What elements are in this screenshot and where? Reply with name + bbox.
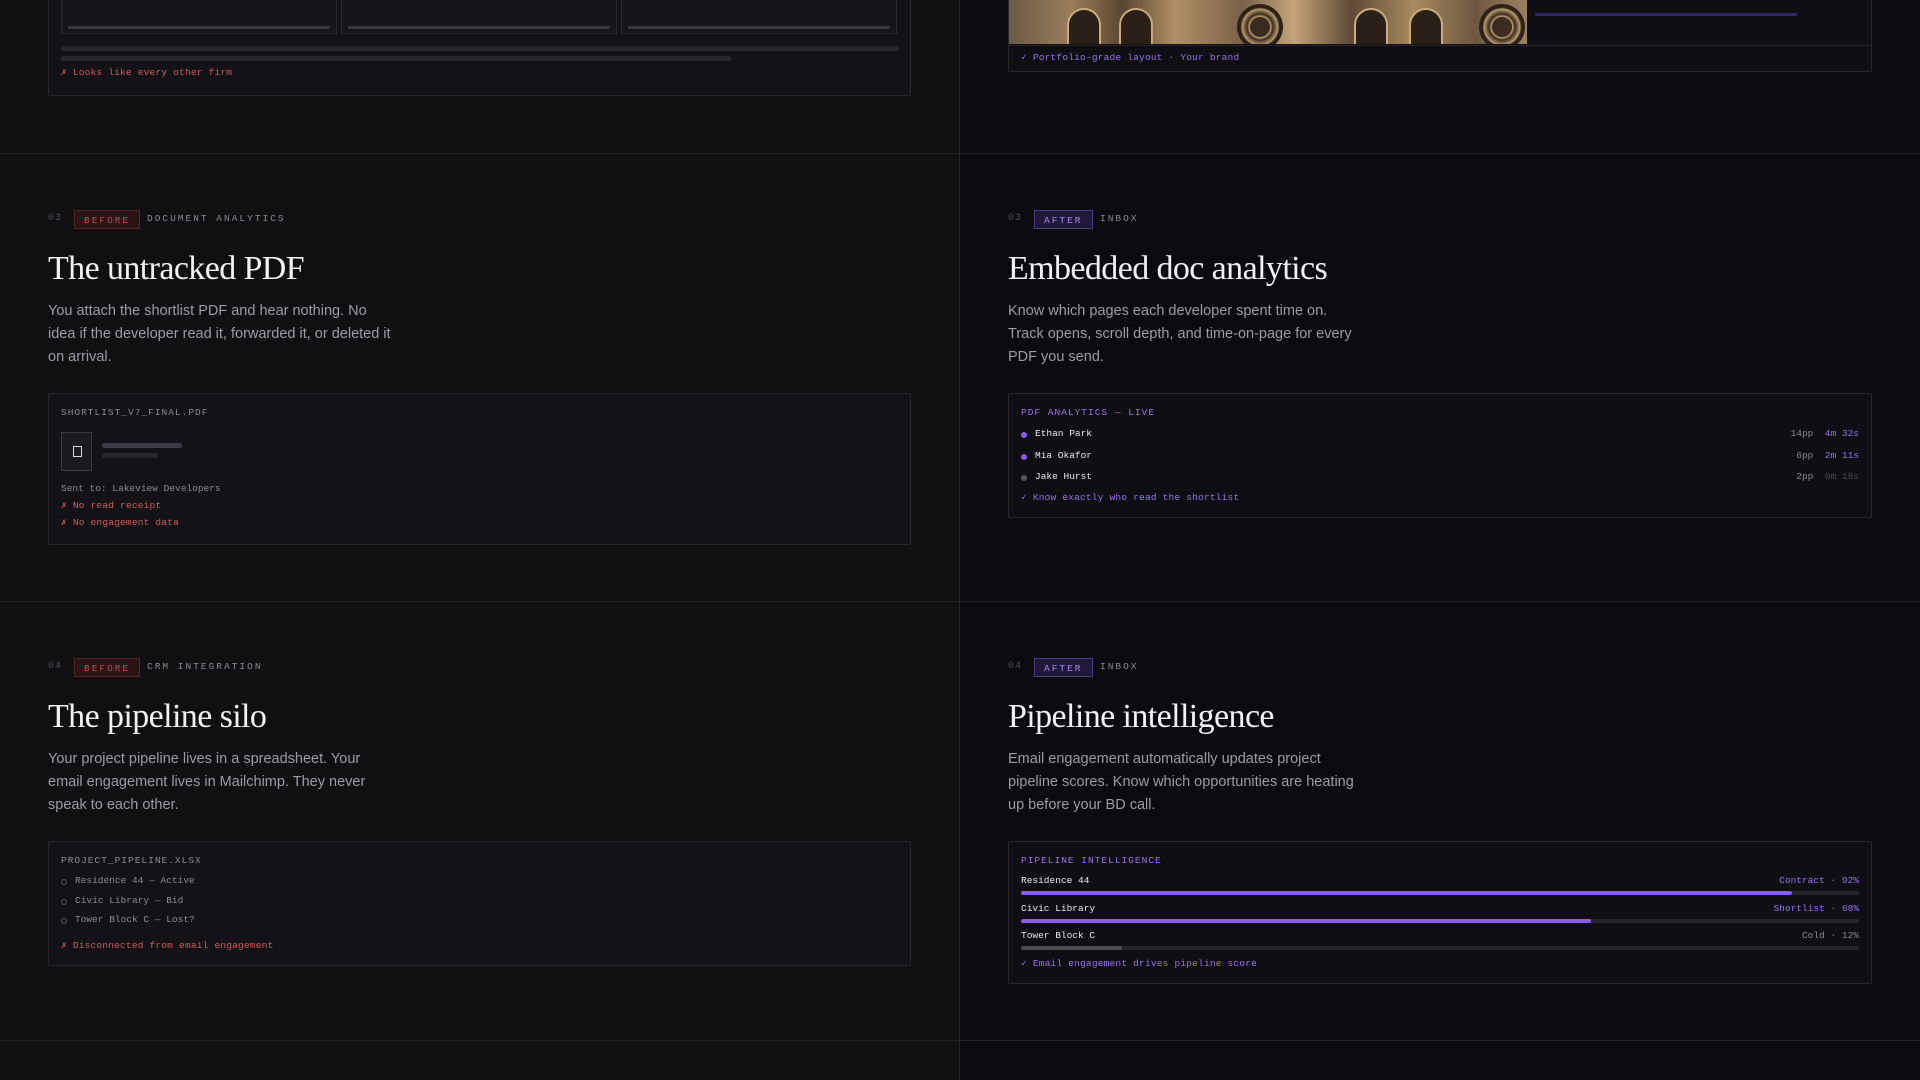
text-placeholder bbox=[61, 56, 731, 61]
section-description: Email engagement automatically updates p… bbox=[1008, 751, 1354, 813]
pdf-file-icon bbox=[61, 432, 92, 471]
section-description: You attach the shortlist PDF and hear no… bbox=[48, 303, 391, 365]
pipeline-row: Residence 44 — Active bbox=[75, 875, 195, 886]
row-bullet bbox=[61, 879, 67, 885]
after-badge: AFTER bbox=[1034, 658, 1093, 677]
building-facade-image bbox=[1009, 0, 1527, 44]
file-name: PROJECT_PIPELINE.XLSX bbox=[61, 855, 202, 866]
after-badge: AFTER bbox=[1034, 210, 1093, 229]
pipeline-row: Tower Block C — Lost? bbox=[75, 914, 195, 925]
row-bullet bbox=[61, 918, 67, 924]
row-divider bbox=[0, 153, 1920, 154]
row-bullet bbox=[61, 899, 67, 905]
section-number: 03 bbox=[48, 213, 63, 224]
before-badge: BEFORE bbox=[74, 210, 141, 229]
reader-stats: 6pp 2m 11s bbox=[1796, 450, 1859, 461]
column-divider bbox=[959, 0, 960, 1080]
pipeline-score-bar bbox=[1021, 946, 1859, 950]
section-title: The pipeline silo bbox=[48, 698, 267, 735]
pdf-analytics-card: PDF ANALYTICS — LIVE Ethan Park 14pp 4m … bbox=[1008, 393, 1872, 518]
error-no-read-receipt: ✗ No read receipt bbox=[61, 500, 162, 511]
pipeline-spreadsheet-card: PROJECT_PIPELINE.XLSX Residence 44 — Act… bbox=[48, 841, 911, 966]
section-label: CRM INTEGRATION bbox=[147, 661, 263, 672]
pipeline-score-bar bbox=[1021, 919, 1859, 923]
section-number: 03 bbox=[1008, 213, 1023, 224]
reader-name: Jake Hurst bbox=[1035, 471, 1093, 482]
row-divider bbox=[0, 1040, 1920, 1041]
section-label: INBOX bbox=[1100, 661, 1139, 672]
text-placeholder bbox=[102, 443, 182, 448]
reader-name: Ethan Park bbox=[1035, 428, 1093, 439]
section-label: INBOX bbox=[1100, 213, 1139, 224]
project-name: Tower Block C bbox=[1021, 930, 1096, 941]
reader-name: Mia Okafor bbox=[1035, 450, 1093, 461]
section-number: 04 bbox=[1008, 661, 1023, 672]
file-name: SHORTLIST_V7_FINAL.PDF bbox=[61, 407, 209, 418]
sent-to-text: Sent to: Lakeview Developers bbox=[61, 483, 221, 494]
section-title: Pipeline intelligence bbox=[1008, 698, 1275, 735]
section-title: Embedded doc analytics bbox=[1008, 250, 1328, 287]
card-heading: PIPELINE INTELLIGENCE bbox=[1021, 855, 1162, 866]
reader-stats: 14pp 4m 32s bbox=[1790, 428, 1859, 439]
card-heading: PDF ANALYTICS — LIVE bbox=[1021, 407, 1156, 418]
project-name: Civic Library bbox=[1021, 903, 1096, 914]
section-number: 04 bbox=[48, 661, 63, 672]
project-status: Cold · 12% bbox=[1801, 930, 1859, 941]
row-divider bbox=[0, 601, 1920, 602]
error-no-engagement: ✗ No engagement data bbox=[61, 517, 180, 528]
portfolio-thumbnail bbox=[621, 0, 897, 34]
text-placeholder bbox=[102, 453, 158, 458]
pipeline-score-fill bbox=[1021, 919, 1591, 923]
section-label: DOCUMENT ANALYTICS bbox=[147, 213, 286, 224]
before-badge: BEFORE bbox=[74, 658, 141, 677]
portfolio-thumbnail bbox=[341, 0, 617, 34]
pipeline-confirmation: ✓ Email engagement drives pipeline score bbox=[1021, 958, 1258, 969]
generic-portfolio-card: ✗ Looks like every other firm bbox=[48, 0, 911, 96]
untracked-pdf-card: SHORTLIST_V7_FINAL.PDF Sent to: Lakeview… bbox=[48, 393, 911, 545]
reader-stats: 2pp 0m 18s bbox=[1796, 471, 1859, 482]
project-status: Contract · 92% bbox=[1779, 875, 1859, 886]
project-name: Residence 44 bbox=[1021, 875, 1090, 886]
portfolio-thumbnail bbox=[61, 0, 337, 34]
generic-warning: ✗ Looks like every other firm bbox=[61, 67, 233, 78]
analytics-confirmation: ✓ Know exactly who read the shortlist bbox=[1021, 492, 1240, 503]
pipeline-intelligence-card: PIPELINE INTELLIGENCE Residence 44 Contr… bbox=[1008, 841, 1872, 984]
pipeline-score-fill bbox=[1021, 891, 1792, 895]
error-disconnected: ✗ Disconnected from email engagement bbox=[61, 940, 274, 951]
project-status: Shortlist · 68% bbox=[1773, 903, 1859, 914]
status-dot-active bbox=[1021, 432, 1027, 438]
pipeline-score-fill bbox=[1021, 946, 1122, 950]
branded-confirmation: ✓ Portfolio-grade layout · Your brand bbox=[1021, 52, 1240, 63]
pipeline-score-bar bbox=[1021, 891, 1859, 895]
status-dot-active bbox=[1021, 454, 1027, 460]
status-dot-inactive bbox=[1021, 475, 1027, 481]
progress-accent-line bbox=[1535, 13, 1797, 16]
pipeline-row: Civic Library — Bid bbox=[75, 895, 184, 906]
text-placeholder bbox=[61, 46, 899, 51]
section-description: Know which pages each developer spent ti… bbox=[1008, 303, 1352, 365]
section-title: The untracked PDF bbox=[48, 250, 305, 287]
section-description: Your project pipeline lives in a spreads… bbox=[48, 751, 366, 813]
